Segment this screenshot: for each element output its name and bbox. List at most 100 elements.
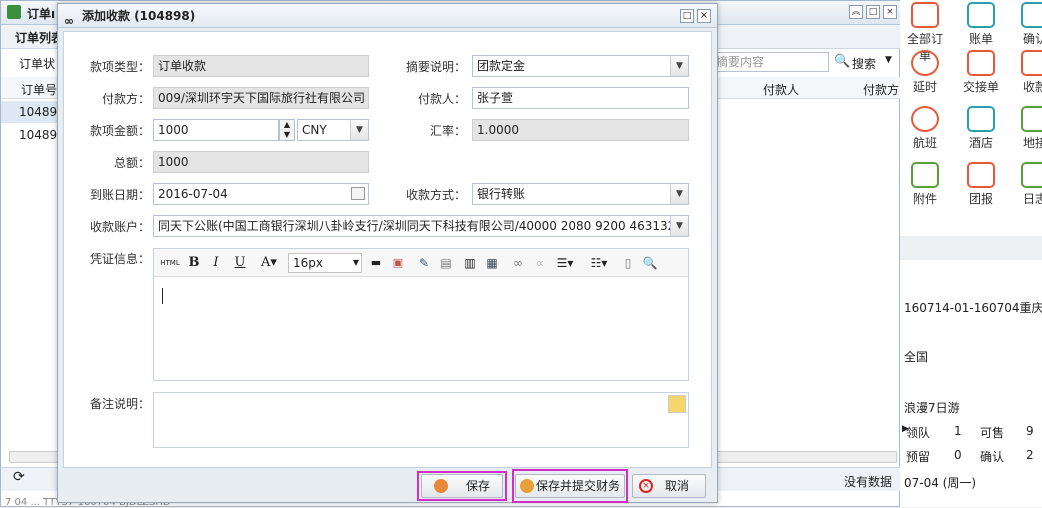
close-icon[interactable]: × (697, 9, 711, 23)
tour-text: 浪漫7日游 (904, 401, 960, 415)
date-input[interactable]: 2016-07-04 (153, 183, 369, 205)
col-payer-party[interactable]: 付款方 (863, 81, 899, 98)
submit-icon (520, 479, 534, 493)
col-order-no[interactable]: 订单号 (21, 81, 57, 98)
filter-label: 订单状 (19, 57, 56, 71)
tab-order-list[interactable]: 订单列表 (15, 29, 63, 46)
table-row[interactable]: 104898 (1, 101, 65, 123)
html-source-button[interactable]: HTML (160, 254, 180, 272)
order-window-title: 订单ı (27, 7, 56, 21)
log-icon (1021, 162, 1042, 188)
table-row[interactable]: 104897 (1, 124, 65, 146)
payer-field: 009/深圳环宇天下国际旅行社有限公司 (153, 87, 369, 109)
delay-item[interactable]: 延时 (902, 50, 948, 95)
flight-item[interactable]: 航班 (902, 106, 948, 151)
confirm-item[interactable]: 确认 (1012, 2, 1042, 47)
date-text: 07-04 (周一) (904, 476, 977, 490)
underline-icon[interactable]: U (232, 254, 248, 272)
amount-label: 款项金额： (89, 124, 150, 138)
summary-select[interactable]: 团款定金 ▼ (472, 55, 689, 77)
numbered-list-icon[interactable]: ☷▾ (586, 254, 612, 272)
receipt-item[interactable]: 收款 (1012, 50, 1042, 95)
chevron-down-icon[interactable]: ▼ (885, 55, 892, 65)
total-field: 1000 (153, 151, 369, 173)
clock-icon (911, 50, 939, 76)
unlink-icon[interactable]: ∝ (532, 254, 548, 272)
handover-item[interactable]: 交接单 (958, 50, 1004, 95)
method-select[interactable]: 银行转账 ▼ (472, 183, 689, 205)
save-button[interactable]: 保存 (421, 474, 503, 498)
currency-select[interactable]: CNY ▼ (297, 119, 369, 141)
payer-person-input[interactable]: 张子萱 (472, 87, 689, 109)
log-item[interactable]: 日志 (1012, 162, 1042, 207)
save-icon (434, 479, 448, 493)
editor-toolbar: HTML B I U A▾ 16px ▼ ▬ ▣ ✎ ▤ ▥ ▦ ∞ ∝ ☰▾ ☷… (154, 249, 688, 277)
maximize-icon[interactable]: □ (680, 9, 694, 23)
payer-person-label: 付款人： (417, 92, 466, 106)
save-submit-button[interactable]: 保存并提交财务 (515, 474, 625, 498)
paste-icon[interactable]: ▥ (462, 254, 478, 272)
attachment-icon (911, 162, 939, 188)
rate-field: 1.0000 (472, 119, 689, 141)
total-label: 总额： (113, 156, 150, 170)
dialog-title: ∞ 添加收款 (104898) (58, 4, 717, 28)
link-icon: ∞ (64, 14, 74, 28)
local-icon (1021, 106, 1042, 132)
remark-textarea[interactable] (153, 392, 689, 448)
collapse-icon[interactable]: ︽ (849, 5, 863, 19)
route-text: 160714-01-160704重庆散 (904, 301, 1042, 315)
account-label: 收款账户： (89, 220, 150, 234)
type-field: 订单收款 (153, 55, 369, 77)
bill-item[interactable]: 账单 (958, 2, 1004, 47)
attachment-item[interactable]: 附件 (902, 162, 948, 207)
rate-label: 汇率： (429, 124, 466, 138)
italic-icon[interactable]: I (208, 254, 224, 272)
text-cursor (162, 288, 163, 304)
hotel-item[interactable]: 酒店 (958, 106, 1004, 151)
search-button[interactable]: 搜索 (852, 55, 876, 72)
search-input[interactable]: 摘要内容 (711, 52, 829, 72)
note-icon[interactable] (668, 395, 686, 413)
cancel-button[interactable]: × 取消 (632, 474, 706, 498)
local-item[interactable]: 地接 (1012, 106, 1042, 151)
refresh-icon[interactable]: ⟳ (13, 469, 25, 485)
amount-stepper[interactable]: ▲ ▼ (279, 119, 295, 141)
stock-grid: 领队 1 可售 9 预留 0 确认 2 (906, 424, 1034, 464)
account-select[interactable]: 同天下公账(中国工商银行深圳八卦岭支行/深圳同天下科技有限公司/40000 20… (153, 215, 689, 237)
amount-input[interactable]: 1000 (153, 119, 279, 141)
method-label: 收款方式： (405, 188, 466, 202)
cancel-icon: × (639, 479, 653, 493)
screenshot-icon[interactable]: ▤ (438, 254, 454, 272)
report-icon (967, 162, 995, 188)
summary-label: 摘要说明： (405, 60, 466, 74)
handover-icon (967, 50, 995, 76)
image-icon[interactable]: ▬ (368, 254, 384, 272)
attach-icon[interactable]: ✎ (416, 254, 432, 272)
close-icon[interactable]: × (883, 5, 897, 19)
col-payer[interactable]: 付款人 (763, 81, 799, 98)
search-icon[interactable]: 🔍 (834, 54, 850, 69)
plane-icon (911, 106, 939, 132)
new-doc-icon[interactable]: ▯ (620, 254, 636, 272)
region-text: 全国 (904, 350, 929, 364)
voucher-editor[interactable]: HTML B I U A▾ 16px ▼ ▬ ▣ ✎ ▤ ▥ ▦ ∞ ∝ ☰▾ ☷… (153, 248, 689, 381)
link-icon[interactable]: ∞ (510, 254, 526, 272)
hotel-icon (967, 106, 995, 132)
font-size-select[interactable]: 16px ▼ (288, 253, 362, 273)
media-icon[interactable]: ▦ (484, 254, 500, 272)
app-icon (7, 5, 21, 19)
calendar-icon (351, 187, 365, 200)
search-icon[interactable]: 🔍 (642, 254, 658, 272)
type-label: 款项类型： (89, 60, 150, 74)
image-gallery-icon[interactable]: ▣ (390, 254, 406, 272)
payer-label: 付款方： (101, 92, 150, 106)
chevron-down-icon: ▼ (350, 120, 368, 140)
orders-icon (911, 2, 939, 28)
bill-icon (967, 2, 995, 28)
group-report-item[interactable]: 团报 (958, 162, 1004, 207)
bold-icon[interactable]: B (186, 254, 202, 272)
confirm-icon (1021, 2, 1042, 28)
maximize-icon[interactable]: □ (866, 5, 880, 19)
bullet-list-icon[interactable]: ☰▾ (552, 254, 578, 272)
font-color-icon[interactable]: A▾ (256, 254, 282, 272)
